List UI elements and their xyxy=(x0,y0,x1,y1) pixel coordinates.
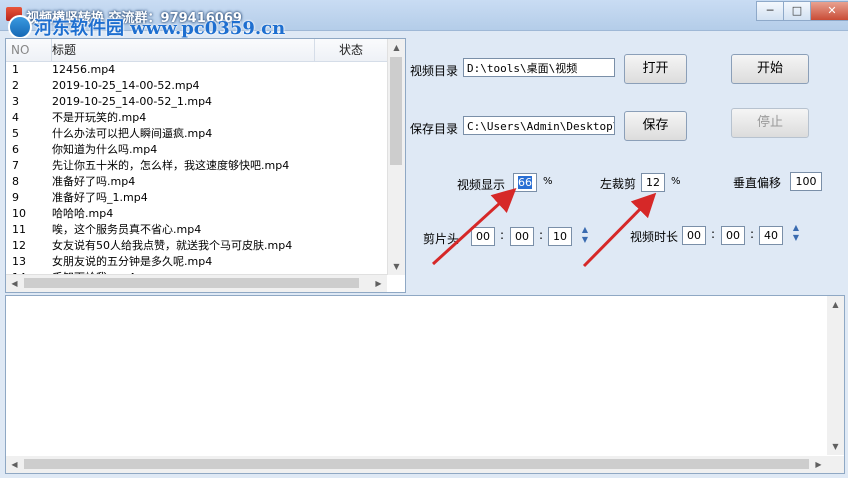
table-row[interactable]: 11 唉，这个服务员真不省心.mp4 xyxy=(6,222,387,238)
column-status[interactable]: 状态 xyxy=(316,39,386,61)
table-row[interactable]: 3 2019-10-25_14-00-52_1.mp4 xyxy=(6,94,387,110)
scroll-corner xyxy=(827,456,844,473)
row-filename: 准备好了吗_1.mp4 xyxy=(52,191,148,204)
save-dir-field[interactable]: C:\Users\Admin\Desktop\as xyxy=(463,116,615,135)
row-number: 6 xyxy=(12,143,19,156)
row-number: 13 xyxy=(12,255,26,268)
video-display-value: 66 xyxy=(518,176,532,189)
file-list[interactable]: NO 标题 状态 1 12456.mp4 2 2019-10-25_14-00-52.… xyxy=(5,38,406,293)
scroll-down-icon[interactable]: ▼ xyxy=(827,438,844,455)
vertical-offset-input[interactable]: 100 xyxy=(790,172,822,191)
table-row[interactable]: 12 女友说有50人给我点赞，就送我个马可皮肤.mp4 xyxy=(6,238,387,254)
scroll-right-icon[interactable]: ▶ xyxy=(810,456,827,473)
duration-minutes[interactable]: 00 xyxy=(721,226,745,245)
scroll-left-icon[interactable]: ◀ xyxy=(6,275,23,292)
maximize-button[interactable]: □ xyxy=(783,1,811,21)
duration-label: 视频时长 xyxy=(630,230,679,244)
row-filename: 准备好了吗.mp4 xyxy=(52,175,136,188)
duration-spinner-icon[interactable]: ▲ ▼ xyxy=(789,223,803,244)
title-bar: 视频横竖转换 交流群：979416069 河东软件园 www.pc0359.cn… xyxy=(0,0,848,39)
open-button[interactable]: 打开 xyxy=(624,54,687,84)
percent-label: % xyxy=(543,176,553,187)
left-crop-input[interactable]: 12 xyxy=(641,173,665,192)
table-row[interactable]: 5 什么办法可以把人瞬间逼疯.mp4 xyxy=(6,126,387,142)
clip-head-hours[interactable]: 00 xyxy=(471,227,495,246)
clip-head-seconds[interactable]: 10 xyxy=(548,227,572,246)
scroll-up-icon[interactable]: ▲ xyxy=(827,296,844,313)
duration-hours[interactable]: 00 xyxy=(682,226,706,245)
row-number: 11 xyxy=(12,223,26,236)
list-horizontal-scrollbar[interactable]: ◀ ▶ xyxy=(6,274,387,292)
stop-button[interactable]: 停止 xyxy=(731,108,809,138)
row-filename: 你知道为什么吗.mp4 xyxy=(52,143,158,156)
row-filename: 女友说有50人给我点赞，就送我个马可皮肤.mp4 xyxy=(52,239,293,252)
minimize-button[interactable]: ─ xyxy=(756,1,784,21)
left-crop-label: 左裁剪 xyxy=(600,177,637,191)
table-row[interactable]: 9 准备好了吗_1.mp4 xyxy=(6,190,387,206)
row-number: 1 xyxy=(12,63,19,76)
clip-head-spinner-icon[interactable]: ▲ ▼ xyxy=(578,225,592,246)
row-number: 9 xyxy=(12,191,19,204)
row-filename: 哈哈哈.mp4 xyxy=(52,207,114,220)
row-filename: 2019-10-25_14-00-52_1.mp4 xyxy=(52,95,213,108)
time-separator: : xyxy=(750,227,755,241)
row-filename: 2019-10-25_14-00-52.mp4 xyxy=(52,79,200,92)
clip-head-label: 剪片头 xyxy=(423,232,460,246)
row-number: 7 xyxy=(12,159,19,172)
log-output-area[interactable]: ▲ ▼ ◀ ▶ xyxy=(5,295,845,474)
row-number: 12 xyxy=(12,239,26,252)
scroll-down-icon[interactable]: ▼ xyxy=(388,258,405,275)
row-filename: 12456.mp4 xyxy=(52,63,116,76)
scroll-up-icon[interactable]: ▲ xyxy=(388,39,405,56)
duration-seconds[interactable]: 40 xyxy=(759,226,783,245)
table-row[interactable]: 10 哈哈哈.mp4 xyxy=(6,206,387,222)
row-filename: 唉，这个服务员真不省心.mp4 xyxy=(52,223,202,236)
watermark-logo-icon xyxy=(8,15,32,39)
scroll-thumb[interactable] xyxy=(24,278,359,288)
watermark-text: 河东软件园 www.pc0359.cn xyxy=(34,18,286,39)
row-filename: 不是开玩笑的.mp4 xyxy=(52,111,147,124)
start-button[interactable]: 开始 xyxy=(731,54,809,84)
time-separator: : xyxy=(500,228,505,242)
column-no[interactable]: NO xyxy=(6,39,52,61)
time-separator: : xyxy=(711,227,716,241)
save-button[interactable]: 保存 xyxy=(624,111,687,141)
time-separator: : xyxy=(539,228,544,242)
row-filename: 先让你五十米的，怎么样，我这速度够快吧.mp4 xyxy=(52,159,290,172)
table-row[interactable]: 2 2019-10-25_14-00-52.mp4 xyxy=(6,78,387,94)
scroll-thumb[interactable] xyxy=(390,57,402,165)
log-vertical-scrollbar[interactable]: ▲ ▼ xyxy=(827,296,844,455)
table-row[interactable]: 6 你知道为什么吗.mp4 xyxy=(6,142,387,158)
list-header: NO 标题 状态 xyxy=(6,39,387,62)
vertical-offset-label: 垂直偏移 xyxy=(733,176,782,190)
clip-head-minutes[interactable]: 00 xyxy=(510,227,534,246)
percent-label: % xyxy=(671,176,681,187)
scroll-right-icon[interactable]: ▶ xyxy=(370,275,387,292)
log-horizontal-scrollbar[interactable]: ◀ ▶ xyxy=(6,456,827,473)
table-row[interactable]: 13 女朋友说的五分钟是多久呢.mp4 xyxy=(6,254,387,270)
video-dir-field[interactable]: D:\tools\桌面\视频 xyxy=(463,58,615,77)
row-number: 10 xyxy=(12,207,26,220)
table-row[interactable]: 1 12456.mp4 xyxy=(6,62,387,78)
scroll-thumb[interactable] xyxy=(24,459,809,469)
table-row[interactable]: 7 先让你五十米的，怎么样，我这速度够快吧.mp4 xyxy=(6,158,387,174)
video-display-label: 视频显示 xyxy=(457,178,506,192)
table-row[interactable]: 4 不是开玩笑的.mp4 xyxy=(6,110,387,126)
list-rows: 1 12456.mp4 2 2019-10-25_14-00-52.mp4 3 2019-… xyxy=(6,62,387,292)
video-dir-label: 视频目录 xyxy=(410,64,459,78)
row-number: 2 xyxy=(12,79,19,92)
list-vertical-scrollbar[interactable]: ▲ ▼ xyxy=(387,39,405,275)
row-number: 8 xyxy=(12,175,19,188)
table-row[interactable]: 8 准备好了吗.mp4 xyxy=(6,174,387,190)
close-button[interactable]: ✕ xyxy=(810,1,848,21)
save-dir-label: 保存目录 xyxy=(410,122,459,136)
column-title[interactable]: 标题 xyxy=(52,39,315,61)
row-number: 3 xyxy=(12,95,19,108)
video-display-input[interactable]: 66 xyxy=(513,173,537,192)
row-number: 4 xyxy=(12,111,19,124)
row-filename: 什么办法可以把人瞬间逼疯.mp4 xyxy=(52,127,213,140)
row-filename: 女朋友说的五分钟是多久呢.mp4 xyxy=(52,255,213,268)
scroll-left-icon[interactable]: ◀ xyxy=(6,456,23,473)
row-number: 5 xyxy=(12,127,19,140)
